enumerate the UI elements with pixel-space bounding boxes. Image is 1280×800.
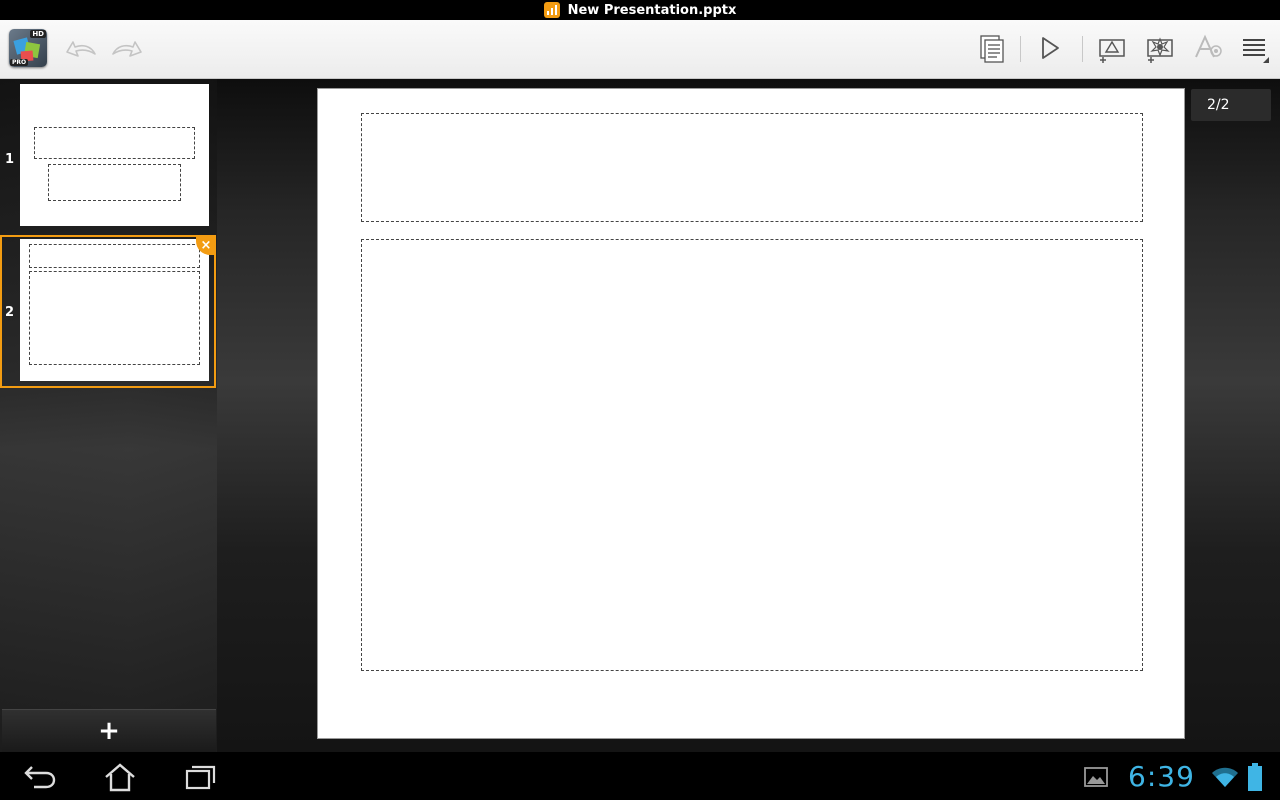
close-icon: × bbox=[200, 237, 212, 253]
undo-icon bbox=[66, 41, 96, 57]
battery-icon bbox=[1248, 763, 1262, 791]
content-placeholder bbox=[29, 271, 200, 365]
window-title: New Presentation.pptx bbox=[567, 2, 737, 18]
title-placeholder bbox=[34, 127, 195, 159]
slide-canvas[interactable] bbox=[317, 88, 1185, 739]
image-icon bbox=[1084, 767, 1108, 787]
app-logo-icon[interactable]: HD PRO bbox=[9, 29, 47, 67]
back-button[interactable] bbox=[20, 760, 60, 794]
slide-number: 1 bbox=[5, 152, 15, 167]
recent-apps-icon bbox=[185, 765, 216, 790]
status-clock[interactable]: 6:39 bbox=[1128, 760, 1195, 793]
app-edition: PRO bbox=[10, 59, 29, 66]
insert-image-icon bbox=[1147, 37, 1173, 63]
slide-number: 2 bbox=[5, 305, 15, 320]
toolbar: HD PRO bbox=[0, 20, 1280, 79]
title-placeholder[interactable] bbox=[361, 113, 1143, 222]
insert-shape-icon bbox=[1099, 39, 1125, 63]
menu-icon bbox=[1243, 39, 1269, 63]
presentation-file-icon bbox=[543, 2, 560, 18]
slide-thumbnail-1[interactable]: 1 bbox=[0, 82, 217, 234]
overflow-menu-button[interactable] bbox=[1234, 28, 1274, 68]
text-format-icon bbox=[1195, 34, 1222, 58]
notes-icon bbox=[980, 35, 1004, 63]
battery-status bbox=[1238, 760, 1272, 794]
toolbar-separator bbox=[1082, 36, 1083, 62]
play-icon bbox=[1042, 37, 1059, 59]
slide-thumbnail-preview bbox=[20, 239, 209, 381]
slideshow-play-button[interactable] bbox=[1030, 28, 1070, 68]
wifi-status bbox=[1208, 760, 1242, 794]
home-icon bbox=[105, 763, 135, 792]
insert-shape-button[interactable] bbox=[1092, 28, 1132, 68]
slide-thumbnail-preview bbox=[20, 84, 209, 226]
back-icon bbox=[24, 766, 56, 789]
plus-icon: + bbox=[98, 716, 120, 746]
insert-image-button[interactable] bbox=[1140, 28, 1180, 68]
subtitle-placeholder bbox=[48, 164, 181, 201]
redo-icon bbox=[112, 41, 142, 57]
add-slide-button[interactable]: + bbox=[2, 709, 216, 752]
window-title-bar: New Presentation.pptx bbox=[0, 0, 1280, 20]
page-indicator: 2/2 bbox=[1191, 89, 1271, 121]
notes-button[interactable] bbox=[972, 28, 1012, 68]
slide-editor: 2/2 bbox=[217, 79, 1280, 752]
title-placeholder bbox=[29, 244, 200, 268]
recent-apps-button[interactable] bbox=[180, 760, 220, 794]
toolbar-separator bbox=[1020, 36, 1021, 62]
undo-button[interactable] bbox=[60, 28, 100, 68]
text-format-button[interactable] bbox=[1188, 28, 1228, 68]
content-placeholder[interactable] bbox=[361, 239, 1143, 671]
wifi-icon bbox=[1212, 767, 1238, 787]
app-badge: HD bbox=[30, 30, 46, 38]
home-button[interactable] bbox=[100, 760, 140, 794]
screenshot-notification[interactable] bbox=[1076, 760, 1116, 794]
slide-thumbnail-2[interactable]: 2 × bbox=[0, 235, 216, 388]
redo-button[interactable] bbox=[108, 28, 148, 68]
system-navigation-bar: 6:39 bbox=[0, 752, 1280, 800]
slide-thumbnail-panel: 1 2 × + bbox=[0, 79, 217, 752]
